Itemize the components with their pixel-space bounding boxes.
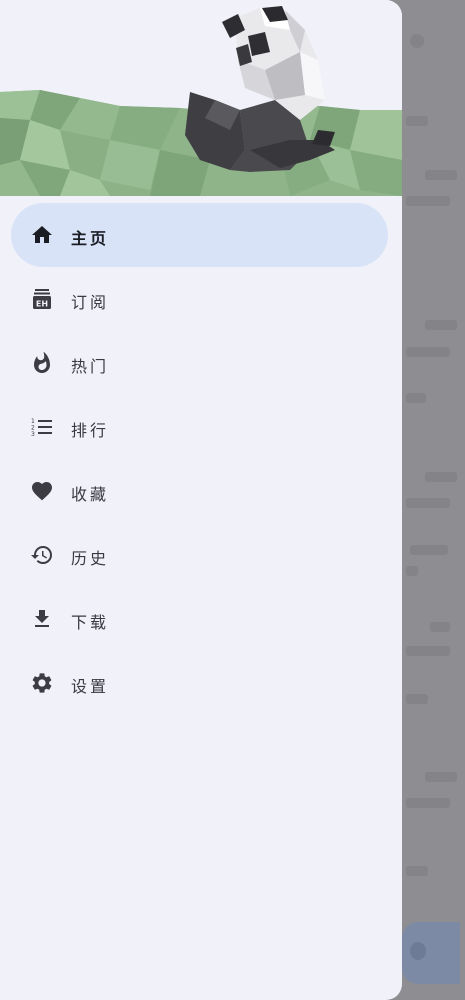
nav-item-label: 设置: [71, 677, 110, 696]
background-content: [406, 566, 418, 576]
background-content: [425, 472, 457, 482]
gear-icon: [32, 673, 52, 693]
background-content: [406, 116, 428, 126]
history-icon: [31, 546, 52, 564]
nav-item-popular[interactable]: 热门: [11, 331, 388, 395]
svg-text:EH: EH: [36, 300, 48, 309]
nav-item-label: 主页: [71, 229, 110, 248]
background-content: [410, 545, 448, 555]
nav-item-label: 排行: [71, 421, 110, 440]
fab-icon: [410, 942, 426, 960]
nav-item-subscription[interactable]: EH 订阅: [11, 267, 388, 331]
background-content: [410, 34, 424, 48]
download-icon: [35, 610, 49, 627]
heart-icon: [32, 482, 52, 501]
nav-item-label: 热门: [71, 357, 110, 376]
background-content: [406, 694, 428, 704]
home-icon: [32, 226, 52, 243]
eh-subscription-icon: EH: [33, 289, 51, 309]
nav-item-label: 下载: [71, 613, 110, 632]
background-content: [406, 798, 450, 808]
background-content: [406, 347, 450, 357]
background-content: [406, 646, 450, 656]
nav-item-label: 历史: [71, 549, 110, 568]
nav-item-downloads[interactable]: 下载: [11, 587, 388, 651]
background-content: [425, 320, 457, 330]
nav-item-label: 订阅: [71, 293, 110, 312]
drawer-header-image: [0, 0, 402, 196]
drawer-nav-list: 主页 EH 订阅 热门 1 2 3 排行 收藏 历史 下载 设置: [0, 203, 402, 715]
background-content: [406, 498, 450, 508]
svg-text:3: 3: [31, 431, 35, 438]
background-content: [425, 772, 457, 782]
nav-item-home[interactable]: 主页: [11, 203, 388, 267]
nav-item-favorites[interactable]: 收藏: [11, 459, 388, 523]
navigation-drawer: 主页 EH 订阅 热门 1 2 3 排行 收藏 历史 下载 设置: [0, 0, 402, 1000]
nav-item-history[interactable]: 历史: [11, 523, 388, 587]
nav-item-ranking[interactable]: 1 2 3 排行: [11, 395, 388, 459]
background-content: [406, 866, 428, 876]
nav-item-settings[interactable]: 设置: [11, 651, 388, 715]
background-content: [425, 170, 457, 180]
nav-item-label: 收藏: [71, 485, 110, 504]
fire-icon: [34, 351, 50, 373]
background-content: [406, 393, 426, 403]
background-content: [406, 196, 450, 206]
background-content: [430, 622, 450, 632]
ranked-list-icon: 1 2 3: [31, 418, 52, 438]
